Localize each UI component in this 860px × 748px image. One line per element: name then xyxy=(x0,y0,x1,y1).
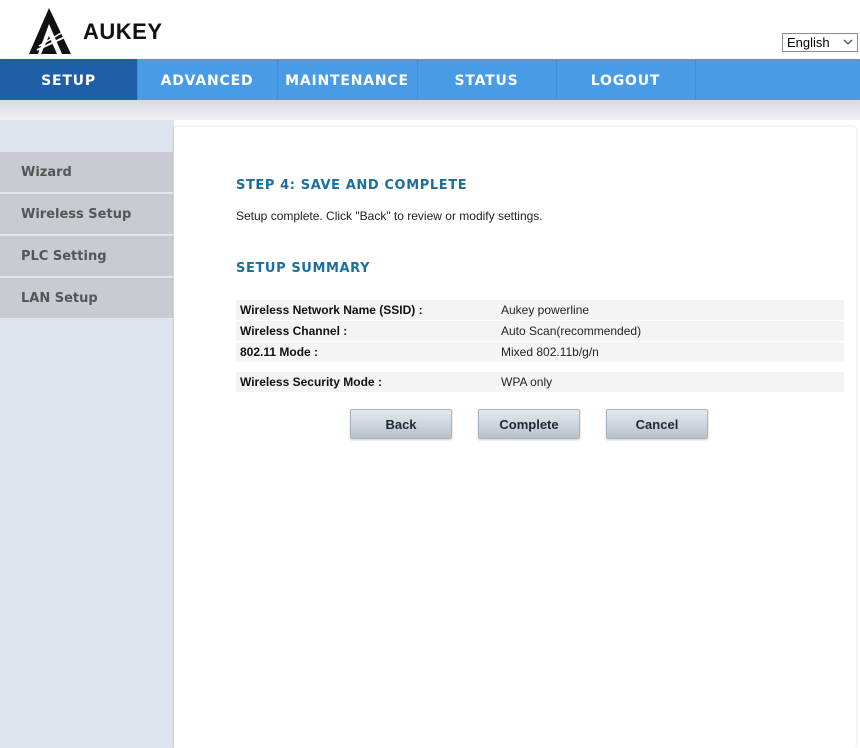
summary-row: Wireless Security Mode : WPA only xyxy=(236,372,844,393)
top-nav: SETUP ADVANCED MAINTENANCE STATUS LOGOUT xyxy=(0,59,860,100)
summary-value: Auto Scan(recommended) xyxy=(501,324,642,338)
summary-value: Mixed 802.11b/g/n xyxy=(501,345,599,359)
sidebar: Wizard Wireless Setup PLC Setting LAN Se… xyxy=(0,120,174,748)
nav-tab-status[interactable]: STATUS xyxy=(417,59,557,100)
nav-tab-advanced[interactable]: ADVANCED xyxy=(137,59,278,100)
brand-name: AUKEY xyxy=(83,19,163,44)
back-button[interactable]: Back xyxy=(350,409,452,439)
main-content: STEP 4: SAVE AND COMPLETE Setup complete… xyxy=(174,127,856,748)
summary-label: Wireless Security Mode : xyxy=(240,375,382,389)
chevron-down-icon xyxy=(843,39,853,45)
setup-description: Setup complete. Click "Back" to review o… xyxy=(236,209,543,223)
summary-label: Wireless Channel : xyxy=(240,324,348,338)
summary-label: 802.11 Mode : xyxy=(240,345,319,359)
cancel-button[interactable]: Cancel xyxy=(606,409,708,439)
sidebar-item-lan-setup[interactable]: LAN Setup xyxy=(0,278,173,319)
nav-shadow xyxy=(0,100,860,120)
step-title: STEP 4: SAVE AND COMPLETE xyxy=(236,178,468,193)
nav-tab-maintenance[interactable]: MAINTENANCE xyxy=(277,59,418,100)
nav-tab-setup[interactable]: SETUP xyxy=(0,59,138,100)
sidebar-item-wireless-setup[interactable]: Wireless Setup xyxy=(0,194,173,235)
header: AUKEY English xyxy=(0,0,860,59)
summary-title: SETUP SUMMARY xyxy=(236,261,371,276)
sidebar-item-wizard[interactable]: Wizard xyxy=(0,152,173,193)
summary-row: Wireless Network Name (SSID) : Aukey pow… xyxy=(236,300,844,321)
language-selected: English xyxy=(787,35,830,50)
summary-label: Wireless Network Name (SSID) : xyxy=(240,303,423,317)
sidebar-item-plc-setting[interactable]: PLC Setting xyxy=(0,236,173,277)
complete-button[interactable]: Complete xyxy=(478,409,580,439)
nav-tab-logout[interactable]: LOGOUT xyxy=(556,59,696,100)
summary-value: Aukey powerline xyxy=(501,303,590,317)
summary-row: Wireless Channel : Auto Scan(recommended… xyxy=(236,321,844,342)
summary-row: 802.11 Mode : Mixed 802.11b/g/n xyxy=(236,342,844,363)
language-select[interactable]: English xyxy=(782,33,858,52)
summary-value: WPA only xyxy=(501,375,553,389)
